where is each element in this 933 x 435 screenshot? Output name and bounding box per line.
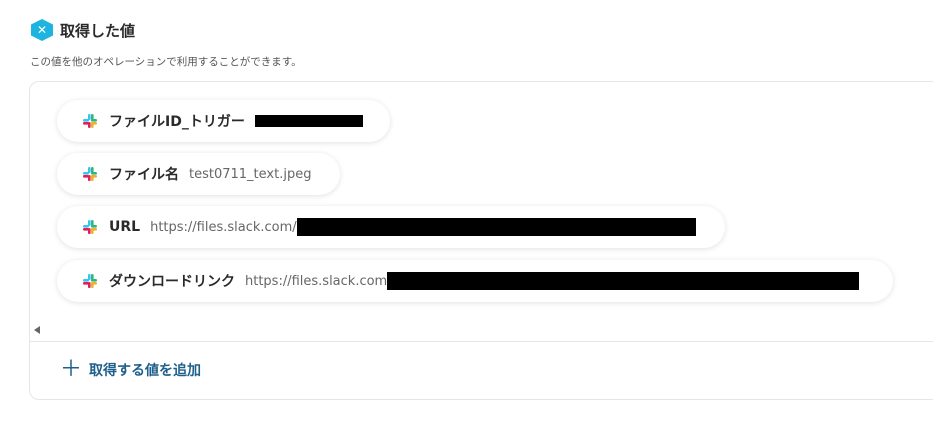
section-header: ✕ 取得した値 <box>31 19 135 41</box>
yoom-hex-icon: ✕ <box>31 19 53 41</box>
add-value-label: 取得する値を追加 <box>89 363 202 379</box>
chip-value: https://files.slack.com/ <box>150 219 297 235</box>
slack-icon <box>83 114 97 128</box>
plus-icon: ＋ <box>60 357 83 382</box>
scroll-left-arrow-icon[interactable] <box>34 326 40 334</box>
panel-divider <box>30 341 933 342</box>
chip-value: https://files.slack.com <box>245 273 388 289</box>
values-panel: ファイルID_トリガー ファイル名 test0711_text.jpeg URL… <box>29 81 933 400</box>
chip-label: ファイルID_トリガー <box>109 114 245 130</box>
redaction-bar <box>254 115 363 127</box>
chip-label: ダウンロードリンク <box>109 274 235 290</box>
slack-icon <box>83 274 97 288</box>
value-chip-file-name[interactable]: ファイル名 test0711_text.jpeg <box>57 153 340 195</box>
slack-icon <box>83 167 97 181</box>
section-description: この値を他のオペレーションで利用することができます。 <box>30 56 302 68</box>
slack-icon <box>83 220 97 234</box>
value-chip-file-id[interactable]: ファイルID_トリガー <box>57 100 390 142</box>
redaction-bar <box>387 272 860 290</box>
value-chip-download-link[interactable]: ダウンロードリンク https://files.slack.com <box>57 260 893 302</box>
chip-label: ファイル名 <box>109 167 179 183</box>
redaction-bar <box>296 218 696 236</box>
section-title: 取得した値 <box>60 21 136 40</box>
value-chip-url[interactable]: URL https://files.slack.com/ <box>57 206 725 248</box>
add-value-button[interactable]: ＋ 取得する値を追加 <box>60 357 202 382</box>
chip-label: URL <box>109 219 141 235</box>
chip-value: test0711_text.jpeg <box>189 166 312 182</box>
